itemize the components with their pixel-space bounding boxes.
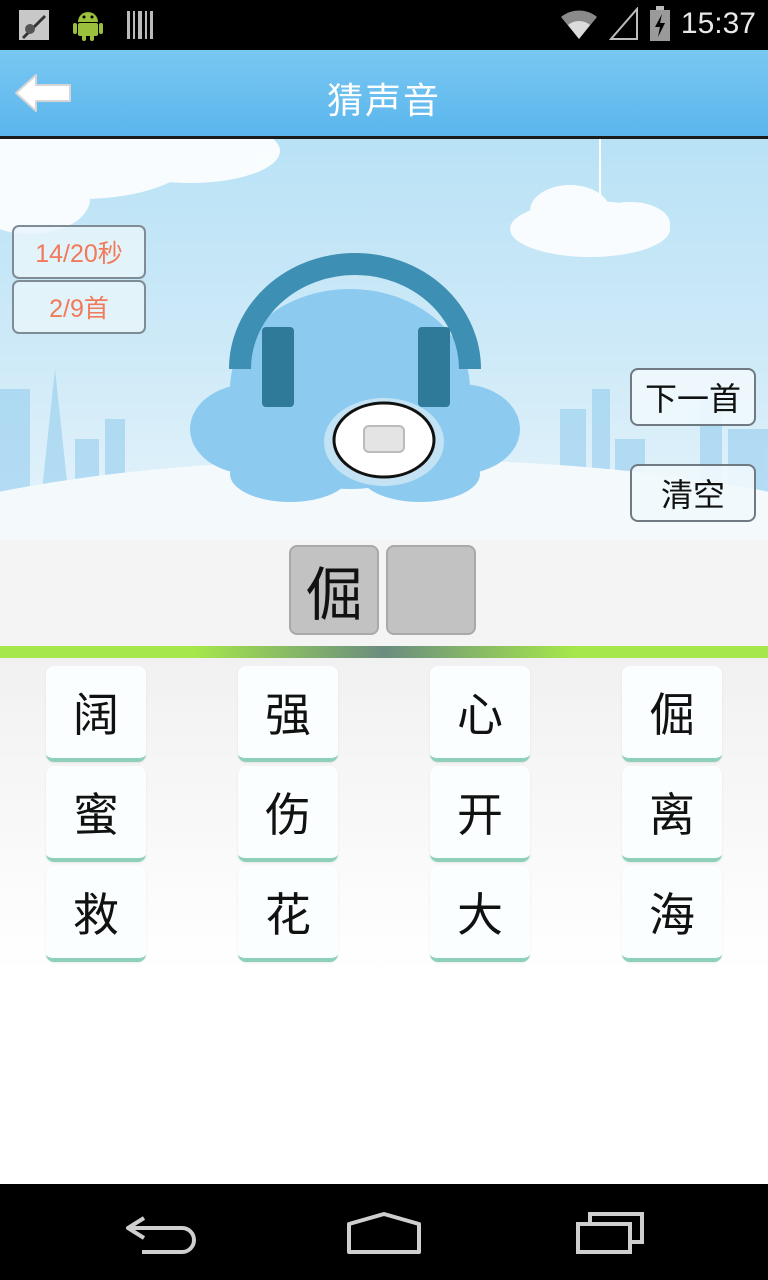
back-nav-icon[interactable]: [116, 1208, 206, 1258]
recents-nav-icon[interactable]: [566, 1208, 656, 1258]
answer-slot-2[interactable]: [386, 545, 476, 635]
answer-area: 倔: [0, 540, 768, 646]
play-button-icon[interactable]: [324, 397, 444, 487]
char-key[interactable]: 大: [430, 866, 530, 962]
navigation-bar: [0, 1184, 768, 1280]
char-key[interactable]: 海: [622, 866, 722, 962]
char-key[interactable]: 阔: [46, 666, 146, 762]
divider: [0, 646, 768, 658]
char-key[interactable]: 开: [430, 766, 530, 862]
char-key[interactable]: 离: [622, 766, 722, 862]
char-key[interactable]: 花: [238, 866, 338, 962]
android-icon: [73, 12, 103, 41]
wifi-icon: [560, 10, 597, 39]
char-key[interactable]: 心: [430, 666, 530, 762]
player-stage: 14/20秒 2/9首 下一首 清空: [0, 139, 768, 540]
home-nav-icon[interactable]: [339, 1208, 429, 1258]
song-progress-badge: 2/9首: [12, 280, 146, 334]
next-song-button[interactable]: 下一首: [630, 368, 756, 426]
answer-slot-1[interactable]: 倔: [289, 545, 379, 635]
status-bar: 15:37: [0, 0, 768, 50]
char-key[interactable]: 救: [46, 866, 146, 962]
signal-icon: [608, 7, 638, 40]
clock: 15:37: [680, 7, 756, 40]
char-key[interactable]: 倔: [622, 666, 722, 762]
battery-icon: [649, 6, 670, 41]
action-bar: 猜声音: [0, 50, 768, 139]
character-grid: 阔 强 心 倔 蜜 伤 开 离 救 花 大 海: [0, 658, 768, 1184]
timer-badge: 14/20秒: [12, 225, 146, 279]
screenshot-icon: [19, 10, 49, 40]
char-key[interactable]: 强: [238, 666, 338, 762]
page-title: 猜声音: [326, 81, 441, 122]
char-key[interactable]: 伤: [238, 766, 338, 862]
char-key[interactable]: 蜜: [46, 766, 146, 862]
barcode-icon: [127, 11, 153, 39]
clear-button[interactable]: 清空: [630, 464, 756, 522]
